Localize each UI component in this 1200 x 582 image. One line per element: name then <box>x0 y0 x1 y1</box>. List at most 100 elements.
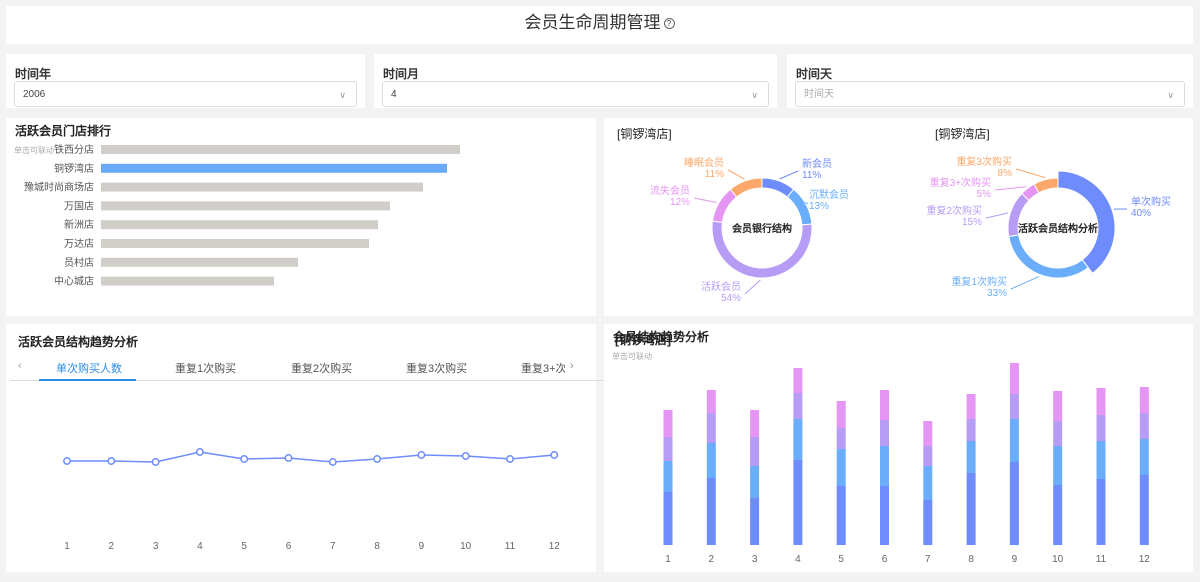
store-label: 万国店 <box>64 199 94 212</box>
stacked-bar-segment[interactable] <box>1096 479 1106 545</box>
stacked-bar-segment[interactable] <box>923 500 933 545</box>
slice-percent: 12% <box>670 197 690 208</box>
trend-point[interactable] <box>550 451 559 459</box>
stacked-bar-segment[interactable] <box>1053 421 1063 446</box>
trend-point[interactable] <box>284 454 293 462</box>
stacked-bar-segment[interactable] <box>1139 439 1149 475</box>
stacked-bar-segment[interactable] <box>750 437 760 466</box>
store-bar[interactable] <box>101 163 447 173</box>
stacked-bar-segment[interactable] <box>706 478 716 545</box>
stacked-bar-segment[interactable] <box>880 446 889 486</box>
trend-point[interactable] <box>195 448 204 456</box>
trend-point[interactable] <box>151 458 160 466</box>
x-tick-label: 11 <box>505 541 516 552</box>
stacked-bar-segment[interactable] <box>1096 415 1106 441</box>
stacked-bar-segment[interactable] <box>1009 462 1019 545</box>
stacked-bar-segment[interactable] <box>750 410 760 437</box>
stacked-bar-segment[interactable] <box>1053 485 1063 545</box>
slice-label: 流失会员 <box>650 184 690 197</box>
stacked-bar-segment[interactable] <box>966 473 976 545</box>
stacked-bar-segment[interactable] <box>966 441 976 473</box>
donut-slice[interactable] <box>761 177 795 198</box>
x-tick-label: 11 <box>1096 554 1107 565</box>
store-bar[interactable] <box>101 182 423 192</box>
stacked-bar-segment[interactable] <box>1009 419 1019 462</box>
x-tick-label: 3 <box>752 554 758 565</box>
donut-slice[interactable] <box>1008 234 1090 279</box>
stacked-bar-segment[interactable] <box>880 420 889 446</box>
trend-point[interactable] <box>373 455 382 463</box>
x-tick-label: 4 <box>197 541 203 552</box>
stacked-bar-segment[interactable] <box>1096 388 1106 415</box>
store-bar[interactable] <box>101 145 460 154</box>
slice-percent: 5% <box>977 189 992 200</box>
stacked-bar-segment[interactable] <box>1009 363 1019 394</box>
stacked-bar-segment[interactable] <box>966 419 976 441</box>
stacked-bar-segment[interactable] <box>836 486 846 545</box>
x-tick-label: 6 <box>882 554 888 565</box>
slice-label: 单次购买 <box>1131 195 1171 208</box>
trend-point[interactable] <box>461 452 470 460</box>
stacked-bar-segment[interactable] <box>923 466 933 500</box>
x-tick-label: 8 <box>374 541 380 552</box>
stacked-bar-segment[interactable] <box>706 443 716 478</box>
stacked-bar-segment[interactable] <box>663 461 673 492</box>
store-bar[interactable] <box>101 257 298 267</box>
stacked-bar-segment[interactable] <box>663 492 673 545</box>
donut-slice[interactable] <box>1057 170 1116 274</box>
stacked-bar-segment[interactable] <box>836 401 846 428</box>
trend-point[interactable] <box>63 457 71 465</box>
stacked-bar-segment[interactable] <box>1053 446 1063 485</box>
stacked-bar-segment[interactable] <box>836 449 846 486</box>
stacked-bar-segment[interactable] <box>750 498 760 545</box>
stacked-bar-segment[interactable] <box>793 460 803 545</box>
store-label: 万达店 <box>64 237 94 250</box>
stacked-bar-segment[interactable] <box>706 413 716 443</box>
stacked-bar-segment[interactable] <box>1139 413 1149 439</box>
stacked-bar-segment[interactable] <box>1009 394 1019 419</box>
label-line <box>994 186 1027 191</box>
stacked-bar-segment[interactable] <box>793 419 803 460</box>
donut-slice[interactable] <box>1033 177 1059 194</box>
donut-slice[interactable] <box>711 188 738 223</box>
x-tick-label: 5 <box>241 541 247 552</box>
trend-point[interactable] <box>107 457 116 465</box>
stacked-bar-segment[interactable] <box>880 390 889 420</box>
stacked-bar-segment[interactable] <box>1139 387 1149 413</box>
trend-point[interactable] <box>328 458 337 466</box>
stacked-bar-segment[interactable] <box>836 428 846 449</box>
slice-percent: 11% <box>802 170 821 181</box>
x-tick-label: 1 <box>665 554 671 565</box>
stacked-bar-segment[interactable] <box>923 421 933 446</box>
trend-point[interactable] <box>240 455 249 463</box>
store-bar[interactable] <box>101 239 369 248</box>
store-label: 铜锣湾店 <box>54 162 94 175</box>
x-tick-label: 12 <box>1139 554 1151 565</box>
label-line <box>693 197 717 203</box>
store-bar[interactable] <box>101 276 274 286</box>
x-tick-label: 2 <box>709 554 715 565</box>
stacked-bar-segment[interactable] <box>663 437 673 461</box>
x-tick-label: 12 <box>549 541 561 552</box>
label-line <box>1015 168 1046 179</box>
donut-slice[interactable] <box>729 177 763 198</box>
stacked-bar-segment[interactable] <box>1139 475 1149 545</box>
slice-percent: 40% <box>1131 208 1151 219</box>
x-tick-label: 7 <box>925 554 931 565</box>
stacked-bar-segment[interactable] <box>880 486 889 545</box>
store-bar[interactable] <box>101 220 378 230</box>
store-bar[interactable] <box>101 201 390 211</box>
stacked-bar-segment[interactable] <box>706 390 716 413</box>
trend-point[interactable] <box>417 451 426 459</box>
stacked-bar-segment[interactable] <box>663 410 673 437</box>
stacked-bar-segment[interactable] <box>793 393 803 419</box>
stacked-bar-segment[interactable] <box>1053 391 1063 421</box>
stacked-bar-segment[interactable] <box>1096 441 1106 479</box>
stacked-bar-segment[interactable] <box>793 368 803 393</box>
donut-center-label: 会员银行结构 <box>732 222 792 235</box>
trend-point[interactable] <box>506 455 514 463</box>
stacked-bar-segment[interactable] <box>750 466 760 498</box>
stacked-bar-segment[interactable] <box>966 394 976 419</box>
stacked-bar-segment[interactable] <box>923 446 933 466</box>
store-label: 铁西分店 <box>54 143 94 156</box>
